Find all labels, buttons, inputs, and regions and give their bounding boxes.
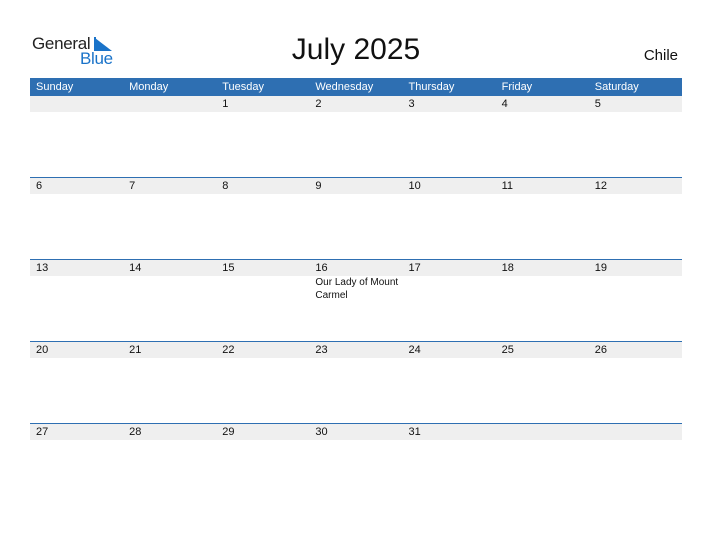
day-number: 6 [36,180,43,192]
day-number: 29 [222,426,235,438]
week-row: 6 7 8 9 10 11 12 [30,177,682,259]
week-row: 20 21 22 23 24 25 26 [30,341,682,423]
weekday-saturday: Saturday [594,81,639,93]
day-number-strip: 1 2 3 4 5 [30,96,682,112]
events-row: Our Lady of Mount Carmel [30,276,682,302]
weekday-tuesday: Tuesday [222,81,265,93]
day-number: 9 [315,180,322,192]
day-number-strip: 13 14 15 16 17 18 19 [30,260,682,276]
day-number: 15 [222,262,235,274]
weekday-wednesday: Wednesday [315,81,374,93]
calendar-grid: Sunday Monday Tuesday Wednesday Thursday… [30,78,682,505]
day-number: 3 [408,98,415,110]
calendar-title: July 2025 [291,33,421,66]
day-number-strip: 20 21 22 23 24 25 26 [30,342,682,358]
day-number: 13 [36,262,49,274]
day-number [589,424,682,440]
day-number: 20 [36,344,49,356]
day-number: 2 [315,98,322,110]
day-number: 22 [222,344,235,356]
day-number: 28 [129,426,142,438]
day-number: 31 [408,426,421,438]
week-row: 27 28 29 30 31 [30,423,682,505]
day-number: 30 [315,426,328,438]
day-number: 12 [594,180,607,192]
weekday-friday: Friday [501,81,533,93]
day-number-strip: 6 7 8 9 10 11 12 [30,178,682,194]
day-number: 23 [315,344,328,356]
day-number-strip: 27 28 29 30 31 [30,424,682,440]
weekday-header: Sunday Monday Tuesday Wednesday Thursday… [30,78,682,96]
day-number: 25 [501,344,514,356]
week-row: 13 14 15 16 17 18 19 Our Lady of Mount Carmel [30,259,682,341]
day-number: 21 [129,344,142,356]
weekday-monday: Monday [129,81,169,93]
day-number: 14 [129,262,142,274]
day-number: 7 [129,180,136,192]
day-number: 24 [408,344,421,356]
weeks-container: 1 2 3 4 5 6 7 8 9 10 11 12 13 14 15 16 17 18 19 Our Lady of… [30,96,682,505]
day-number: 5 [594,98,601,110]
holiday-event [216,276,309,302]
country-label: Chile [643,47,678,64]
day-number [30,96,123,112]
day-number: 27 [36,426,49,438]
holiday-event [589,276,682,302]
day-number: 19 [594,262,607,274]
day-number: 17 [408,262,421,274]
day-number: 16 [315,262,328,274]
weekday-thursday: Thursday [408,81,455,93]
weekday-sunday: Sunday [36,81,74,93]
day-number: 18 [501,262,514,274]
holiday-event [496,276,589,302]
day-number [123,96,216,112]
day-number: 10 [408,180,421,192]
holiday-event: Our Lady of Mount Carmel [315,277,399,301]
week-row: 1 2 3 4 5 [30,96,682,177]
day-number: 8 [222,180,229,192]
day-number: 4 [501,98,508,110]
holiday-event [123,276,216,302]
day-number: 1 [222,98,229,110]
day-number: 26 [594,344,607,356]
day-number: 11 [501,180,514,192]
holiday-event [403,276,496,302]
holiday-event [30,276,123,302]
day-number [496,424,589,440]
